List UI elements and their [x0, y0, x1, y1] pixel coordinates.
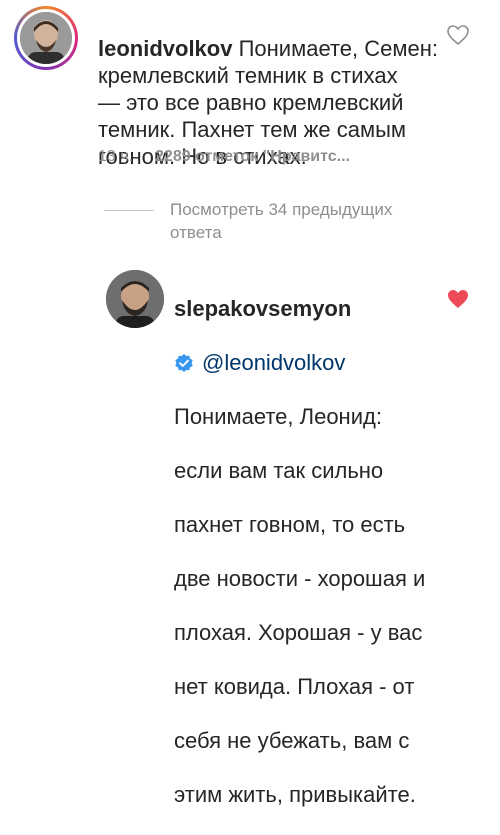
- view-previous-replies-label: Посмотреть 34 предыдущих ответа: [170, 200, 393, 242]
- reply-avatar[interactable]: [106, 270, 164, 328]
- divider-line: [104, 210, 154, 211]
- heart-outline-icon[interactable]: [446, 24, 470, 46]
- comment-leonidvolkov: leonidvolkov Понимаете, Семен: кремлевск…: [0, 0, 500, 170]
- comment-likes[interactable]: 2289 отметок "Нравитс...: [155, 148, 350, 166]
- reply-line: этим жить, привыкайте.: [174, 782, 416, 807]
- verified-badge-icon: [175, 353, 193, 372]
- reply-line: нет ковида. Плохая - от: [174, 674, 415, 699]
- view-previous-replies-button[interactable]: Посмотреть 34 предыдущих ответа: [104, 198, 430, 244]
- comment-meta: 13 ч. 2289 отметок "Нравитс...: [98, 148, 350, 166]
- comment-time: 13 ч.: [98, 148, 134, 165]
- comment-username[interactable]: leonidvolkov: [98, 36, 232, 61]
- comment-text: leonidvolkov Понимаете, Семен: кремлевск…: [98, 8, 448, 170]
- heart-filled-icon[interactable]: [446, 288, 470, 310]
- reply-line: себя не убежать, вам с: [174, 728, 410, 753]
- reply-text: slepakovsemyon @leonidvolkov Понимаете, …: [174, 268, 444, 835]
- reply-line: пахнет говном, то есть: [174, 512, 406, 537]
- avatar-story-ring[interactable]: [14, 6, 78, 70]
- avatar: [20, 12, 72, 64]
- reply-mention-row: @leonidvolkov: [174, 349, 444, 376]
- reply-mention-link[interactable]: @leonidvolkov: [202, 349, 345, 376]
- reply-line: Понимаете, Леонид:: [174, 404, 382, 429]
- comment-slepakovsemyon: slepakovsemyon @leonidvolkov Понимаете, …: [0, 260, 500, 807]
- reply-line: плохая. Хорошая - у вас: [174, 620, 423, 645]
- reply-username[interactable]: slepakovsemyon: [174, 295, 444, 322]
- reply-line: если вам так сильно: [174, 458, 384, 483]
- reply-line: две новости - хорошая и: [174, 566, 426, 591]
